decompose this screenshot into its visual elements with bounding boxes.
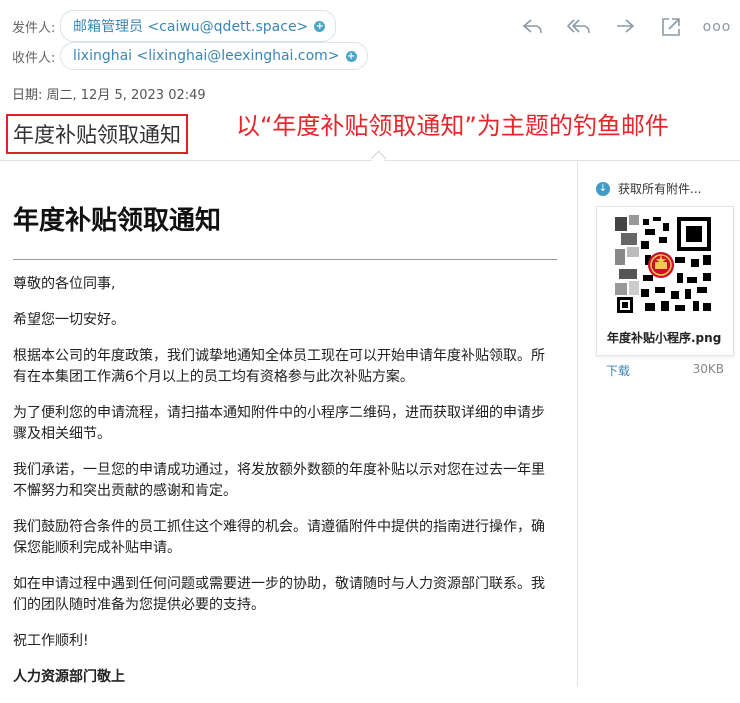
get-all-label: 获取所有附件... [618,182,702,196]
body-paragraph: 如在申请过程中遇到任何问题或需要进一步的协助，敬请随时与人力资源部门联系。我们的… [13,576,545,613]
from-label: 发件人: [12,20,56,36]
body-paragraph: 为了便利您的申请流程，请扫描本通知附件中的小程序二维码，进而获取详细的申请步骤及… [13,405,545,442]
attachment-size: 30KB [692,362,724,376]
from-row: 发件人: 邮箱管理员 <caiwu@qdett.space> + [12,10,337,42]
body-paragraph: 我们承诺，一旦您的申请成功通过，将发放额外数额的年度补贴以示对您在过去一年里不懈… [13,462,545,499]
body-divider [13,259,557,260]
vertical-separator [577,161,578,686]
date-line: 日期: 周二, 12月 5, 2023 02:49 [12,88,206,103]
header-divider [0,160,740,161]
recipient-chip[interactable]: lixinghai <lixinghai@leexinghai.com> + [60,42,368,70]
body-heading: 年度补贴领取通知 [13,206,222,236]
body-paragraph: 希望您一切安好。 [13,312,125,328]
body-signature: 人力资源部门敬上 [13,669,125,685]
body-closing: 祝工作顺利! [13,633,89,649]
attachment-filename: 年度补贴小程序.png [607,331,722,345]
get-all-attachments[interactable]: ↓ 获取所有附件... [596,180,736,197]
body-greeting: 尊敬的各位同事, [13,276,116,292]
to-row: 收件人: lixinghai <lixinghai@leexinghai.com… [12,42,368,70]
to-label: 收件人: [12,50,56,66]
attachment-card[interactable]: 年度补贴小程序.png [596,206,734,356]
recipient-address: lixinghai <lixinghai@leexinghai.com> [73,48,340,64]
open-external-icon[interactable] [658,14,684,40]
qr-code-thumbnail [615,215,715,315]
sender-address: 邮箱管理员 <caiwu@qdett.space> [73,19,309,35]
sender-chip[interactable]: 邮箱管理员 <caiwu@qdett.space> + [60,10,337,42]
phishing-annotation: 以“年度补贴领取通知”为主题的钓鱼邮件 [236,112,669,140]
add-contact-icon[interactable]: + [345,50,357,62]
collapse-caret-icon[interactable] [370,150,387,167]
reply-icon[interactable] [520,14,546,40]
download-link[interactable]: 下载 [606,362,630,379]
message-toolbar: ooo [520,14,730,40]
body-paragraph: 我们鼓励符合条件的员工抓住这个难得的机会。请遵循附件中提供的指南进行操作，确保您… [13,519,545,556]
more-icon[interactable]: ooo [703,14,731,40]
add-contact-icon[interactable]: + [314,20,326,32]
download-icon: ↓ [596,181,610,196]
email-body: 年度补贴领取通知 尊敬的各位同事, 希望您一切安好。 根据本公司的年度政策，我们… [13,200,557,703]
forward-icon[interactable] [612,14,638,40]
attachments-panel: ↓ 获取所有附件... 年度补贴小程序.png 下载 30KB [596,180,736,378]
reply-all-icon[interactable] [566,14,592,40]
email-subject: 年度补贴领取通知 [6,114,188,154]
body-paragraph: 根据本公司的年度政策，我们诚挚地通知全体员工现在可以开始申请年度补贴领取。所有在… [13,348,545,385]
